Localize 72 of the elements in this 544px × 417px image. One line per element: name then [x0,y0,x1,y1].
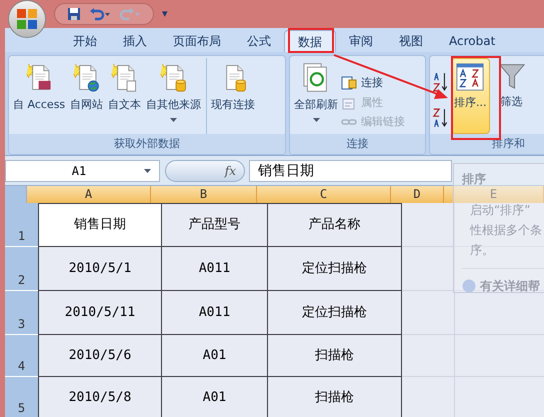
row-header[interactable]: 1 [5,203,38,247]
row-header[interactable]: 4 [5,335,38,377]
funnel-icon [498,62,524,90]
table-cell: 2010/5/6 [38,335,162,377]
sort-descending-icon[interactable] [432,106,448,130]
ribbon-tab[interactable]: Acrobat [436,30,508,52]
sort-ascending-icon[interactable] [432,70,448,94]
customize-toolbar-button[interactable]: ▾ [162,6,168,22]
ribbon-tab[interactable]: 插入 [110,30,160,52]
column-header[interactable]: B [151,186,257,203]
formula-field[interactable]: 销售日期 [249,160,452,182]
ribbon-button[interactable]: 排序... [451,58,490,134]
ribbon-tab[interactable]: 公式 [234,30,284,52]
table-cell: A011 [162,247,268,291]
table-cell: 定位扫描枪 [268,291,402,335]
row-header[interactable]: 2 [5,247,38,291]
refresh-icon [302,62,330,93]
ribbon-button[interactable]: 筛选 [496,58,526,134]
help-icon [462,279,476,293]
function-button[interactable]: fx [224,162,236,180]
office-button[interactable] [8,0,46,38]
column-header[interactable]: A [27,186,151,203]
save-icon[interactable] [67,7,81,21]
table-cell: 扫描枪 [268,335,402,377]
row-header[interactable]: 5 [5,377,38,417]
ribbon-tab[interactable]: 开始 [60,30,110,52]
caret-icon [144,168,151,172]
group-label: 连接 [346,136,368,152]
caret-icon [170,118,178,122]
table-cell: 产品型号 [162,203,268,247]
ribbon-button[interactable]: 自网站 [68,58,106,134]
table-cell: A01 [162,377,268,417]
table-cell: A011 [162,291,268,335]
row-header[interactable]: 3 [5,291,38,335]
caret-icon [312,118,320,122]
table-cell: A01 [162,335,268,377]
table-cell [402,335,455,377]
table-cell [402,203,455,247]
ribbon-small-button[interactable]: 连接 [341,75,405,92]
ribbon-button[interactable]: 自文本 [106,58,144,134]
table-cell: 2010/5/1 [38,247,162,291]
table-cell: 产品名称 [268,203,402,247]
connection-icon [341,75,357,92]
tooltip-text: 性根据多个条 [470,222,543,239]
web-document-icon [72,62,102,93]
tooltip-title: 排序 [462,171,487,188]
column-header[interactable]: C [257,186,391,203]
group-label: 获取外部数据 [114,136,180,152]
table-cell: 销售日期 [38,203,162,247]
column-header[interactable]: D [391,186,444,203]
table-cell: 定位扫描枪 [268,247,402,291]
table-cell: 2010/5/8 [38,377,162,417]
ribbon-button[interactable]: 自其他来源 [144,58,204,134]
office-logo-icon [16,8,38,30]
database-document-icon [159,62,188,93]
table-cell: 扫描枪 [268,377,402,417]
ribbon-button[interactable]: 现有连接 [209,58,258,134]
highlight-frame [288,28,334,53]
table-cell [402,377,455,417]
ribbon-tab[interactable]: 审阅 [336,30,386,52]
tooltip-text: 序。 [470,242,495,259]
tooltip-text: 启动“排序” [470,202,532,219]
name-box[interactable]: A1 [5,160,160,182]
undo-icon[interactable] [89,7,111,21]
sort-dialog-icon [456,63,484,91]
table-cell: 2010/5/11 [38,291,162,335]
ribbon-tab[interactable]: 页面布局 [160,30,234,52]
ribbon-button[interactable]: 全部刷新 [292,58,340,134]
ribbon-tab[interactable]: 视图 [386,30,436,52]
table-cell [402,247,455,291]
ribbon-button[interactable]: 自 Access [11,58,68,134]
table-cell [402,291,455,335]
